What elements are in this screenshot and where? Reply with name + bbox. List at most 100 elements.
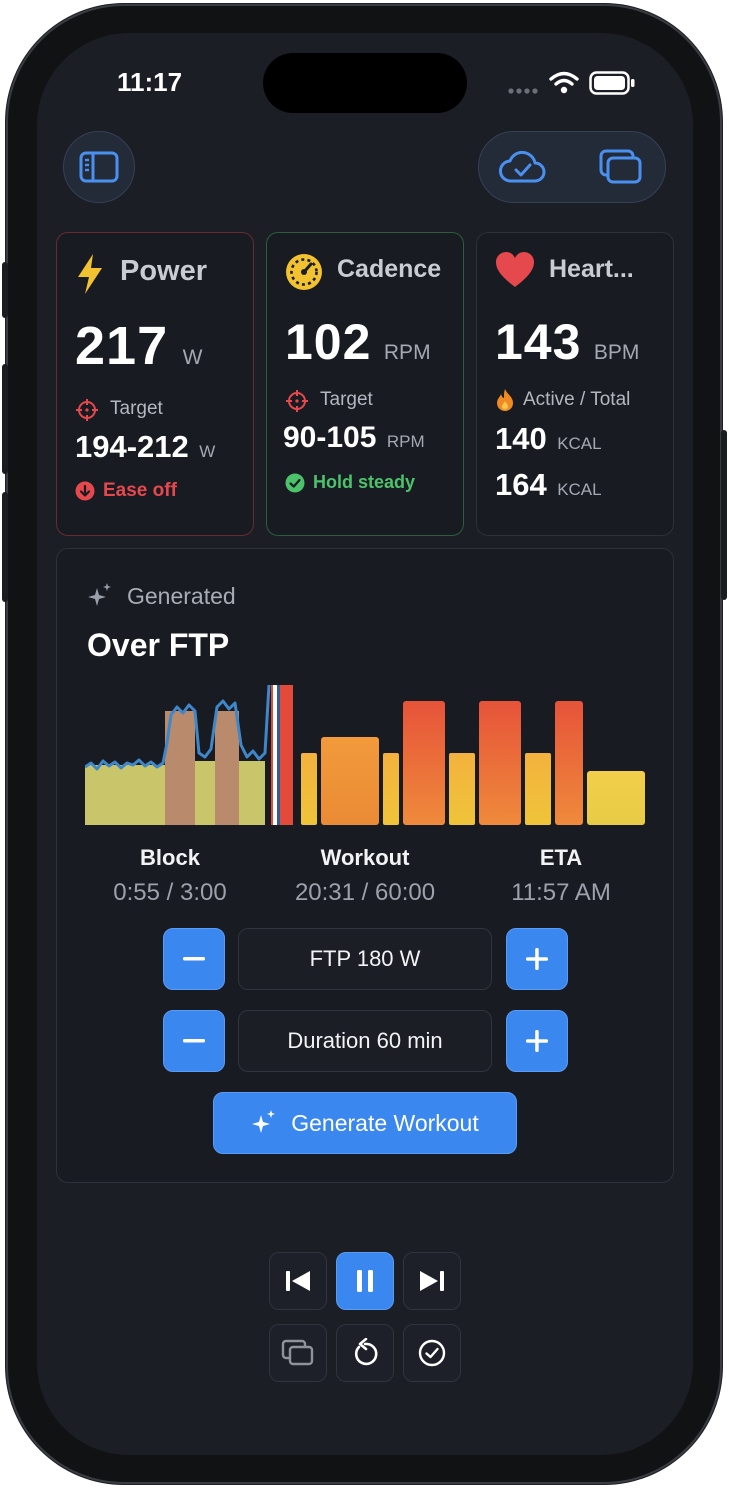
cadence-unit: RPM: [383, 341, 431, 364]
duration-increase-button[interactable]: [506, 1010, 568, 1072]
chart-block: [301, 753, 317, 825]
chart-block-completed: [215, 711, 239, 825]
chart-progress-marker: [273, 685, 277, 825]
cadence-target-row: 90-105 RPM: [283, 421, 425, 455]
block-label: Block: [140, 845, 200, 870]
power-card: Power 217 W Target 194-212 W Ease off: [56, 232, 254, 536]
heart-icon: [496, 252, 534, 287]
active-calories-value: 140: [495, 421, 547, 456]
generated-label: Generated: [127, 583, 236, 609]
duration-decrease-button[interactable]: [163, 1010, 225, 1072]
flame-icon: [497, 389, 513, 411]
power-target-row: 194-212 W: [75, 429, 215, 465]
sparkles-icon: [88, 583, 111, 606]
windows-icon: [599, 149, 642, 184]
skip-forward-icon: [420, 1271, 444, 1291]
power-target-label: Target: [110, 398, 163, 419]
gauge-icon: [286, 254, 322, 290]
next-block-button[interactable]: [403, 1252, 461, 1310]
lightning-bolt-icon: [78, 254, 102, 294]
power-value-row: 217 W: [75, 315, 202, 377]
sidebar-icon: [79, 151, 119, 183]
chart-block: [555, 701, 583, 825]
eta-time: 11:57 AM: [511, 879, 611, 906]
heart-value-row: 143 BPM: [495, 313, 639, 371]
power-target-unit: W: [199, 442, 216, 461]
chart-block-completed: [195, 761, 215, 825]
ftp-decrease-button[interactable]: [163, 928, 225, 990]
generate-workout-button[interactable]: Generate Workout: [213, 1092, 517, 1154]
cadence-title: Cadence: [337, 255, 442, 283]
eta-label: ETA: [539, 845, 583, 870]
restart-icon: [354, 1338, 378, 1366]
minus-icon: [183, 957, 205, 961]
pause-button[interactable]: [336, 1252, 394, 1310]
plus-icon: [526, 948, 548, 970]
power-unit: W: [182, 346, 203, 369]
chart-block: [449, 753, 475, 825]
chart-block: [321, 737, 379, 825]
heart-energy-label: Active / Total: [523, 389, 631, 410]
phone-side-button: [2, 262, 8, 318]
top-actions-pill: [478, 131, 666, 203]
phone-side-button: [2, 364, 8, 474]
checkmark-circle-icon: [418, 1339, 446, 1367]
windows-icon: [281, 1339, 314, 1366]
cellular-signal-icon: [508, 88, 538, 94]
cadence-hint: Hold steady: [313, 472, 416, 492]
status-time: 11:17: [117, 67, 183, 97]
heart-rate-card: Heart... 143 BPM Active / Total 140 KCAL…: [476, 232, 674, 536]
workout-title: Over FTP: [87, 627, 230, 663]
previous-block-button[interactable]: [269, 1252, 327, 1310]
crosshair-icon: [76, 399, 98, 421]
complete-button[interactable]: [403, 1324, 461, 1382]
chart-block-completed: [239, 761, 265, 825]
phone-power-button: [721, 430, 727, 600]
restart-button[interactable]: [336, 1324, 394, 1382]
app-screen: 11:17 Power 217 W Target 194-212 W Ease …: [37, 33, 693, 1455]
total-calories-value: 164: [495, 467, 547, 502]
ftp-increase-button[interactable]: [506, 928, 568, 990]
chart-progress-marker: [277, 685, 280, 825]
heart-title: Heart...: [549, 255, 634, 283]
chart-block: [383, 753, 399, 825]
plus-icon: [526, 1030, 548, 1052]
block-time: 0:55 / 3:00: [113, 879, 227, 906]
minus-icon: [183, 1039, 205, 1043]
total-calories-unit: KCAL: [557, 480, 602, 499]
skip-back-icon: [286, 1271, 310, 1291]
cloud-check-icon: [499, 150, 546, 183]
pause-icon: [357, 1270, 373, 1292]
total-calories-row: 164 KCAL: [495, 467, 602, 503]
generate-workout-label: Generate Workout: [291, 1109, 479, 1136]
power-target-value: 194-212: [75, 429, 189, 464]
phone-side-button: [2, 492, 8, 602]
arrow-down-circle-icon: [75, 481, 95, 501]
power-hint: Ease off: [103, 480, 177, 501]
crosshair-icon: [286, 390, 308, 412]
cadence-target-unit: RPM: [386, 432, 425, 451]
sidebar-button[interactable]: [63, 131, 135, 203]
wifi-icon: [549, 71, 579, 94]
cadence-value-row: 102 RPM: [285, 313, 431, 371]
cloud-sync-button[interactable]: [493, 140, 553, 194]
cadence-card: Cadence 102 RPM Target 90-105 RPM Hold s…: [266, 232, 464, 536]
cadence-target-label: Target: [320, 389, 373, 410]
checkmark-circle-icon: [285, 473, 305, 493]
chart-block: [403, 701, 445, 825]
sparkles-icon: [252, 1110, 276, 1133]
active-calories-unit: KCAL: [557, 434, 602, 453]
ftp-value-field: FTP 180 W: [238, 928, 492, 990]
cadence-value: 102: [285, 314, 372, 370]
duration-value-field: Duration 60 min: [238, 1010, 492, 1072]
heart-unit: BPM: [593, 341, 640, 364]
workout-label: Workout: [320, 845, 410, 870]
chart-block: [525, 753, 551, 825]
chart-block: [479, 701, 521, 825]
workout-time: 20:31 / 60:00: [294, 879, 436, 906]
power-value: 217: [75, 316, 169, 376]
chart-block-completed: [85, 765, 165, 825]
switch-view-button[interactable]: [269, 1324, 327, 1382]
power-title: Power: [120, 255, 208, 287]
windows-button[interactable]: [591, 140, 651, 194]
